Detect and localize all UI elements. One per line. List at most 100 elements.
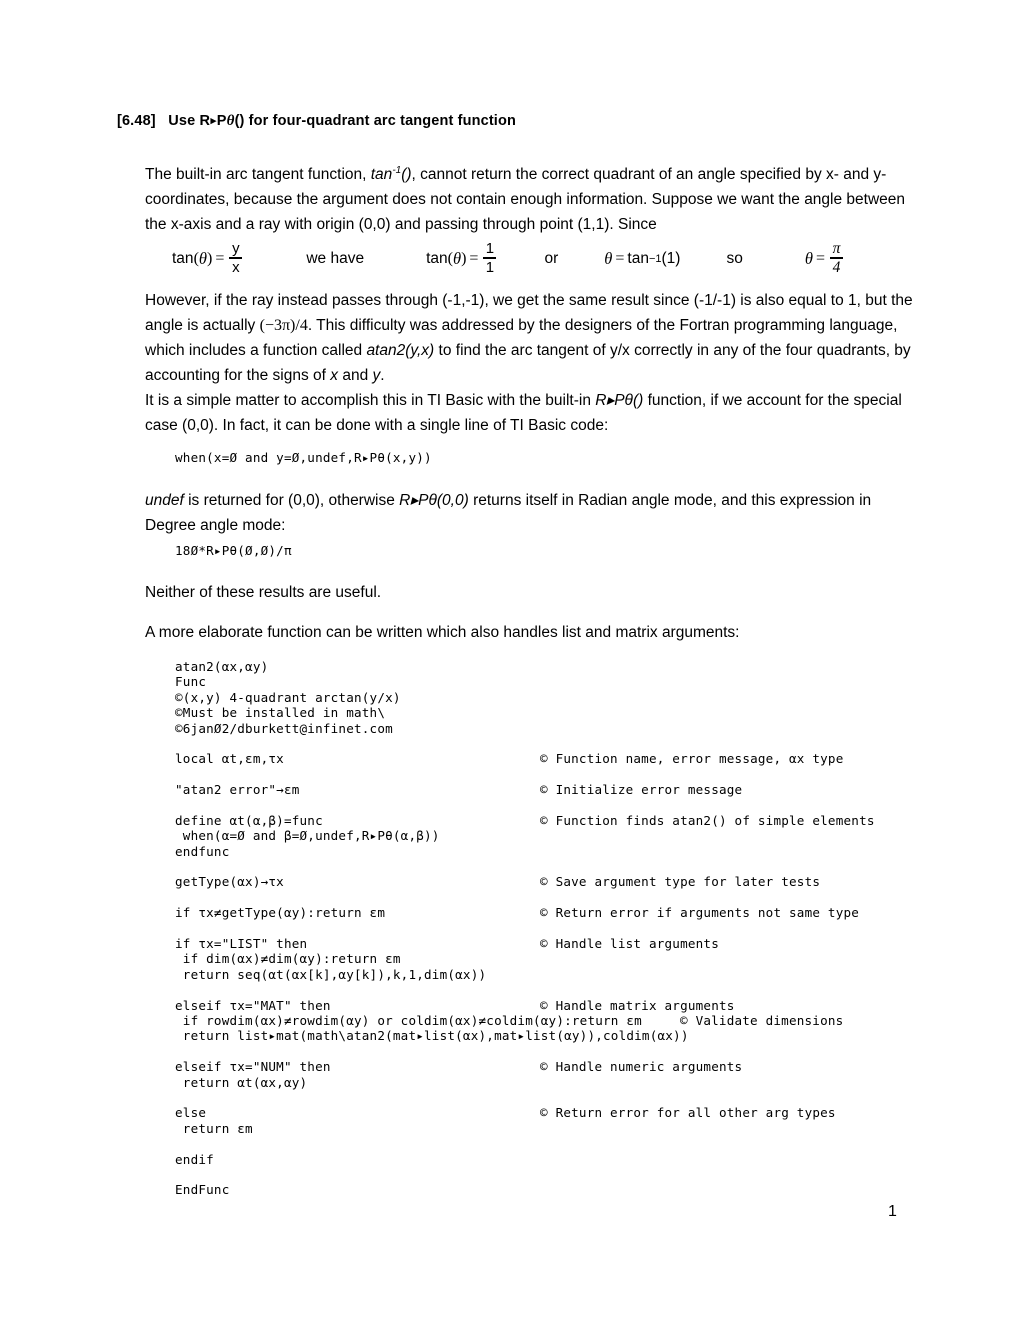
equals-sign: = <box>215 249 225 267</box>
code-line: return αt(αx,αy) <box>175 1075 975 1090</box>
connector-so: so <box>726 250 743 267</box>
title-text-p: P <box>216 113 227 129</box>
code-comment: © Function finds atan2() of simple eleme… <box>540 812 875 828</box>
document-page: [6.48] Use R▸Pθ() for four-quadrant arc … <box>0 0 1020 1320</box>
code-line: Func <box>175 674 975 689</box>
title-theta: θ <box>226 113 235 129</box>
theta-symbol-4: θ <box>804 248 813 268</box>
page-title: [6.48] Use R▸Pθ() for four-quadrant arc … <box>117 113 516 130</box>
p2-period: . <box>380 367 385 384</box>
fraction-numerator: y <box>232 240 240 258</box>
code-line: elseif τx="MAT" then © Handle matrix argu… <box>175 998 975 1013</box>
equation-tan-theta-one: tan(θ) = 1 1 <box>426 240 498 275</box>
code-comment: © Initialize error message <box>540 782 743 798</box>
code-text: return αt(αx,αy) <box>175 1074 308 1090</box>
code-text: if τx≠getType(αy):return εm <box>175 905 386 921</box>
equals-sign-3: = <box>615 250 625 267</box>
code-comment: © Validate dimensions <box>680 1012 844 1028</box>
paragraph-neither: Neither of these results are useful. <box>145 584 382 601</box>
code-text: if dim(αx)≠dim(αy):return εm <box>175 951 401 967</box>
code-comment: © Save argument type for later tests <box>540 874 821 890</box>
code-line: ©Must be installed in math\ <box>175 705 975 720</box>
code-comment: © Function name, error message, αx type <box>540 751 844 767</box>
code-line: if τx≠getType(αy):return εm © Return erro… <box>175 905 975 920</box>
equation-row: tan(θ) = y x we have tan(θ) = 1 1 or θ = tan… <box>172 238 845 280</box>
code-text: if rowdim(αx)≠rowdim(αy) or coldim(αx)≠c… <box>175 1012 642 1028</box>
code-line: local αt,εm,τx © Function name, error mes… <box>175 751 975 766</box>
paragraph-undef: undef is returned for (0,0), otherwise R… <box>145 488 900 538</box>
fraction-y-over-x: y x <box>229 240 243 276</box>
code-text: endif <box>175 1151 214 1167</box>
fraction-numerator-2: 1 <box>485 240 495 258</box>
p4-undef-italic: undef <box>145 492 184 509</box>
code-comment: © Return error for all other arg types <box>540 1105 836 1121</box>
paragraph-elaborate: A more elaborate function can be written… <box>145 624 740 641</box>
code-line: return list▸mat(math\atan2(mat▸list(αx),… <box>175 1028 975 1043</box>
code-text: elseif τx="NUM" then <box>175 1059 331 1075</box>
p1-text-a: The built-in arc tangent function, <box>145 166 371 184</box>
code-text: return list▸mat(math\atan2(mat▸list(αx),… <box>175 1028 689 1044</box>
code-line: else © Return error for all other arg typ… <box>175 1105 975 1120</box>
connector-we-have: we have <box>306 250 365 267</box>
page-number: 1 <box>888 1203 897 1220</box>
equation-theta-pi-over-four: θ = π 4 <box>804 239 845 276</box>
theta-symbol-3: θ <box>604 249 613 268</box>
fraction-one-over-one: 1 1 <box>483 240 497 275</box>
code-text: EndFunc <box>175 1182 230 1198</box>
p2-math-expression: (−3π)/4 <box>259 317 308 334</box>
fraction-pi-over-four: π 4 <box>829 239 843 275</box>
code-line: getType(αx)→τx © Save argument type for l… <box>175 874 975 889</box>
paragraph-intro: The built-in arc tangent function, tan-1… <box>145 158 910 237</box>
code-listing: atan2(αx,αy) Func ©(x,y) 4-quadrant arctan… <box>175 659 975 1198</box>
code-line: return seq(αt(αx[k],αy[k]),k,1,dim(αx)) <box>175 967 975 982</box>
code-text: getType(αx)→τx <box>175 874 284 890</box>
code-line: ©6janØ2/dburkett@infinet.com <box>175 721 975 736</box>
code-text: when(α=Ø and β=Ø,undef,R▸Pθ(α,β)) <box>175 828 440 844</box>
tan-label: tan <box>172 249 194 267</box>
code-line: define αt(α,β)=func © Function finds atan… <box>175 813 975 828</box>
fraction-denominator: x <box>232 258 240 276</box>
theta-symbol-2: θ <box>452 248 462 268</box>
argument-one: (1) <box>661 250 681 267</box>
equals-sign-2: = <box>469 249 479 267</box>
code-text: return seq(αt(αx[k],αy[k]),k,1,dim(αx)) <box>175 966 487 982</box>
code-text: endfunc <box>175 843 230 859</box>
p4-text-a: is returned for (0,0), otherwise <box>183 492 400 509</box>
paragraph-ti-basic: It is a simple matter to accomplish this… <box>145 388 915 438</box>
tan-label-2: tan <box>426 249 448 267</box>
code-line: endfunc <box>175 844 975 859</box>
code-text: "atan2 error"→εm <box>175 782 300 798</box>
code-comment: © Handle numeric arguments <box>540 1059 743 1075</box>
code-line: ©(x,y) 4-quadrant arctan(y/x) <box>175 690 975 705</box>
code-line: return εm <box>175 1121 975 1136</box>
p2-atan2-italic: atan2(y,x) <box>366 342 435 359</box>
right-arrow-icon: ▸ <box>210 114 217 127</box>
code-text: atan2(αx,αy) <box>175 659 269 674</box>
code-line: if τx="LIST" then © Handle list arguments <box>175 936 975 951</box>
code-line: if dim(αx)≠dim(αy):return εm <box>175 951 975 966</box>
p4-rptheta-italic: R▸Pθ(0,0) <box>399 492 469 509</box>
code-text: Func <box>175 674 207 690</box>
code-line: elseif τx="NUM" then © Handle numeric arg… <box>175 1059 975 1074</box>
exponent-minus-one: −1 <box>648 253 662 265</box>
code-text: ©6janØ2/dburkett@infinet.com <box>175 720 393 736</box>
code-comment: © Handle matrix arguments <box>540 997 735 1013</box>
fraction-numerator-3: π <box>832 239 841 257</box>
p1-tan-italic: tan <box>370 166 393 184</box>
equation-theta-arctan: θ = tan −1 (1) <box>604 249 680 269</box>
code-snippet-degree-expression: 18Ø*R▸Pθ(Ø,Ø)/π <box>175 543 292 558</box>
code-line: endif <box>175 1152 975 1167</box>
title-text-before: Use R <box>168 113 211 129</box>
paragraph-however: However, if the ray instead passes throu… <box>145 288 913 388</box>
equals-sign-4: = <box>815 249 825 267</box>
title-number: [6.48] <box>117 113 156 129</box>
connector-or: or <box>544 250 559 267</box>
code-text: ©Must be installed in math\ <box>175 705 386 721</box>
